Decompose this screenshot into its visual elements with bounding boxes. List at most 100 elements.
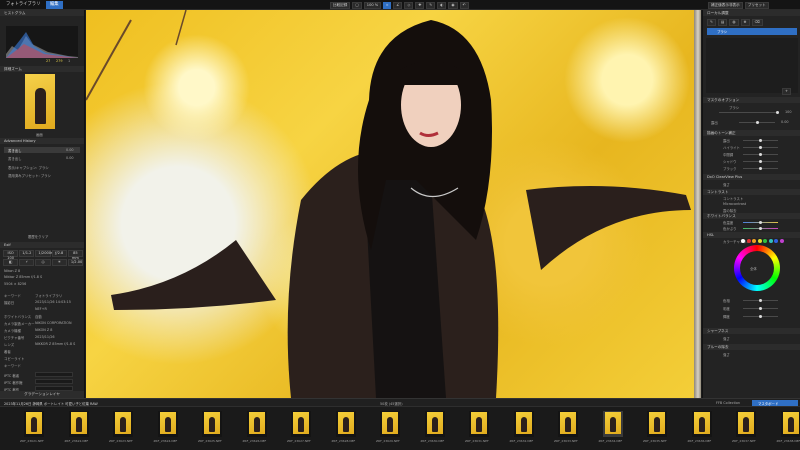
tone-slider[interactable] <box>743 160 778 163</box>
exposure-slider[interactable] <box>739 121 775 124</box>
slider-knob[interactable] <box>776 111 779 114</box>
filmstrip-thumbnail[interactable] <box>780 411 800 437</box>
gradient-tool-icon[interactable]: ▤ <box>718 19 728 26</box>
control-point-icon[interactable]: ⊕ <box>740 19 750 26</box>
history-item-4[interactable]: 適用済みプリセット: ブラシ <box>8 173 51 178</box>
filmstrip-thumbnail[interactable] <box>691 411 712 437</box>
channel-green[interactable] <box>763 239 767 243</box>
presets-button[interactable]: プリセット <box>744 1 769 9</box>
sharpness-header[interactable]: シャープネス <box>703 328 800 334</box>
filmstrip-thumbnail[interactable] <box>291 411 311 437</box>
show-corrections-button[interactable]: 補正値表示非表示 <box>708 1 743 9</box>
eraser-icon[interactable]: ⌫ <box>751 19 763 26</box>
filmstrip-thumbnail[interactable] <box>24 411 44 437</box>
filmstrip-thumbnail[interactable] <box>736 411 756 437</box>
slider-knob[interactable] <box>759 139 762 142</box>
filmstrip-thumbnail[interactable] <box>246 411 267 437</box>
clearview-header[interactable]: DxO ClearView Plus <box>703 174 800 180</box>
local-adjust-header[interactable]: ローカル調整 <box>703 10 800 16</box>
hsl-slider[interactable] <box>743 307 778 310</box>
history-item-1[interactable]: 書き出し <box>8 148 22 153</box>
hsl-slider[interactable] <box>743 299 778 302</box>
hsl-header[interactable]: HSL <box>703 232 800 238</box>
mask-opacity-slider[interactable] <box>719 111 779 114</box>
iptc-field[interactable] <box>35 379 73 384</box>
mask-options-header[interactable]: マスクのオプション <box>703 97 800 103</box>
navigator-preview[interactable] <box>25 74 55 129</box>
filmstrip-thumbnail[interactable] <box>157 411 178 437</box>
filmstrip-thumbnail[interactable] <box>558 411 578 437</box>
gradient-layer-header[interactable]: グラデーションレイヤ <box>0 391 84 398</box>
channel-all[interactable] <box>741 239 745 243</box>
folder-path[interactable]: 2023年11月26日 静岡県 ポートレイト 可愛い子と紅葉 RAW <box>4 401 98 406</box>
clear-history-button[interactable]: 履歴をクリア <box>28 234 48 239</box>
filmstrip-thumbnail[interactable] <box>602 411 623 437</box>
filmstrip-thumbnail[interactable] <box>513 411 534 437</box>
collection-tab[interactable]: FFB Collection <box>716 401 740 405</box>
navigator-header[interactable]: 詳細ズーム <box>0 66 84 72</box>
add-layer-icon[interactable]: + <box>782 88 792 95</box>
channel-yellow[interactable] <box>757 239 762 243</box>
fit-icon[interactable]: ▢ <box>352 1 362 9</box>
straighten-icon[interactable]: ∠ <box>393 1 403 9</box>
slider-knob[interactable] <box>759 227 762 230</box>
slider-knob[interactable] <box>759 307 762 310</box>
filmstrip-thumbnail[interactable] <box>202 411 222 437</box>
auto-mask-icon[interactable]: ◍ <box>729 19 739 26</box>
slider-knob[interactable] <box>759 299 762 302</box>
filmstrip-thumbnail[interactable] <box>335 411 356 437</box>
channel-red[interactable] <box>746 239 751 243</box>
mask-opacity-value[interactable]: 100 <box>785 110 791 114</box>
history-header[interactable]: Advanced History <box>0 138 84 144</box>
contrast-header[interactable]: コントラスト <box>703 189 800 195</box>
tab-edit[interactable]: 編集 <box>46 1 63 9</box>
slider-knob[interactable] <box>759 221 762 224</box>
filmstrip-thumbnail[interactable] <box>469 411 489 437</box>
slider-knob[interactable] <box>759 160 762 163</box>
tone-slider[interactable] <box>743 153 778 156</box>
tone-slider[interactable] <box>743 146 778 149</box>
histogram <box>6 26 78 58</box>
exposure-value[interactable]: 0.00 <box>781 120 789 124</box>
undo-icon[interactable]: ↶ <box>459 1 469 9</box>
slider-knob[interactable] <box>759 167 762 170</box>
slider-knob[interactable] <box>759 146 762 149</box>
preview-icon[interactable]: ◉ <box>448 1 458 9</box>
channel-magenta[interactable] <box>779 239 784 243</box>
exif-header[interactable]: Exif <box>0 242 84 248</box>
noise-header[interactable]: ブルーの除去 <box>703 344 800 350</box>
channel-aqua[interactable] <box>768 239 773 243</box>
crop-icon[interactable]: ⌗ <box>383 1 392 9</box>
filmstrip-thumbnail[interactable] <box>424 411 445 437</box>
tone-slider[interactable] <box>743 167 778 170</box>
tint-slider[interactable] <box>743 227 778 230</box>
filmstrip-thumbnail[interactable] <box>647 411 667 437</box>
eyedropper-icon[interactable]: ✎ <box>426 1 436 9</box>
white-balance-header[interactable]: ホワイトバランス <box>703 213 800 219</box>
slider-knob[interactable] <box>759 153 762 156</box>
tone-header[interactable]: 描画のトーン補正 <box>703 130 800 136</box>
repair-icon[interactable]: ✚ <box>415 1 425 9</box>
channel-orange[interactable] <box>752 239 756 243</box>
filmstrip-thumbnail[interactable] <box>380 411 400 437</box>
slider-knob[interactable] <box>756 121 759 124</box>
zoom-select[interactable]: 100 % <box>363 1 382 9</box>
tab-photo-library[interactable]: フォトライブラリ <box>2 1 44 9</box>
history-item-2[interactable]: 書き出し <box>8 156 22 161</box>
temperature-slider[interactable] <box>743 221 778 224</box>
channel-blue[interactable] <box>774 239 778 243</box>
history-item-3[interactable]: 表示/キャプション: ブラシ <box>8 165 49 170</box>
filmstrip-thumbnail[interactable] <box>68 411 89 437</box>
hsl-slider[interactable] <box>743 315 778 318</box>
compare-button[interactable]: 比較記録 <box>330 1 351 9</box>
brush-tool-icon[interactable]: ✎ <box>707 19 717 26</box>
photo-viewer[interactable] <box>86 10 701 398</box>
tone-slider[interactable] <box>743 139 778 142</box>
iptc-field[interactable] <box>35 372 73 377</box>
slider-knob[interactable] <box>759 315 762 318</box>
filmstrip-thumbnail[interactable] <box>113 411 133 437</box>
local-adjust-icon[interactable]: ◐ <box>437 1 447 9</box>
perspective-icon[interactable]: ◇ <box>404 1 414 9</box>
color-wheel[interactable] <box>734 245 780 291</box>
histogram-header[interactable]: ヒストグラム <box>0 10 84 16</box>
